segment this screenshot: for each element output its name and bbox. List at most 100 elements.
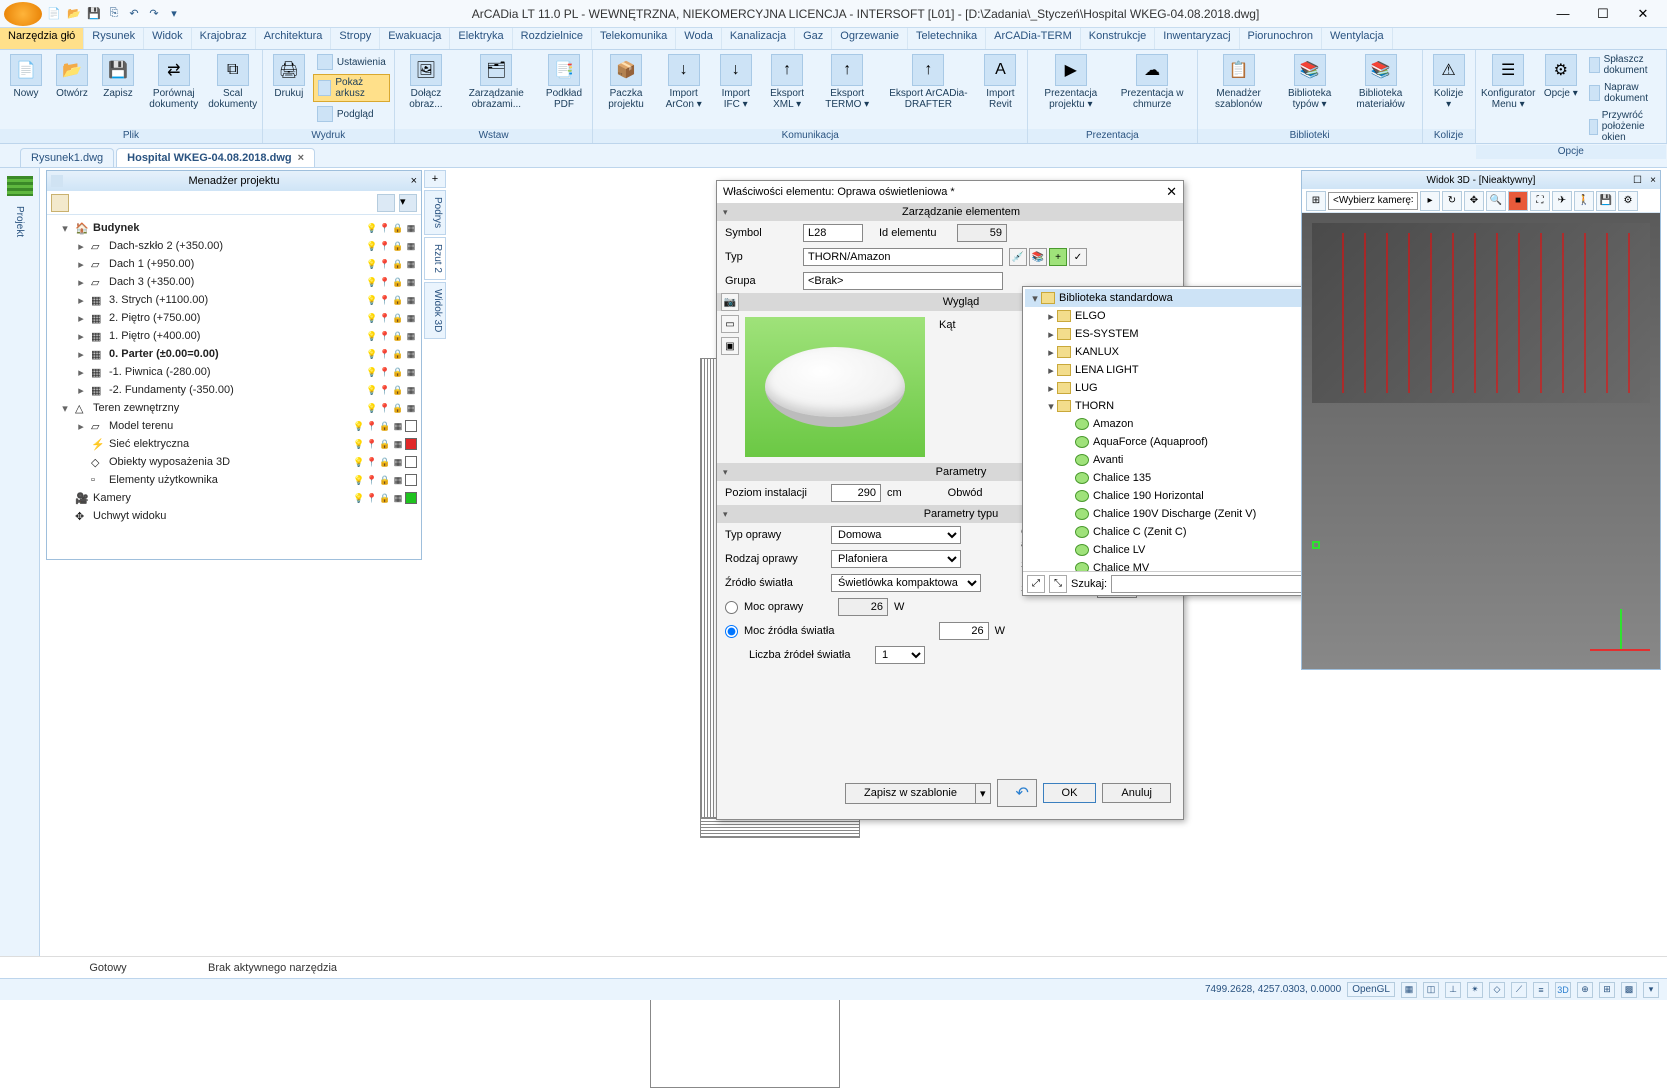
pm-dropdown-icon[interactable]: ▾ xyxy=(399,194,417,212)
import-arcon-button[interactable]: ↓Import ArCon ▾ xyxy=(657,52,711,112)
biblioteka-typow-button[interactable]: 📚Biblioteka typów ▾ xyxy=(1278,52,1342,112)
qat-redo-icon[interactable]: ↷ xyxy=(146,6,162,22)
search-mode1-icon[interactable]: ⤢ xyxy=(1027,575,1045,593)
tree-node[interactable]: ▾△Teren zewnętrzny💡📍🔒▦ xyxy=(51,399,417,417)
tree-node[interactable]: ▸▦-2. Fundamenty (-350.00)💡📍🔒▦ xyxy=(51,381,417,399)
qat-saveas-icon[interactable]: ⎘ xyxy=(106,6,122,22)
tab-woda[interactable]: Woda xyxy=(676,28,722,49)
tree-node[interactable]: ⚡Sieć elektryczna💡📍🔒▦ xyxy=(51,435,417,453)
preview-view3-icon[interactable]: ▣ xyxy=(721,337,739,355)
v3d-fit-icon[interactable]: ⛶ xyxy=(1530,191,1550,211)
sb-more3-icon[interactable]: ▩ xyxy=(1621,982,1637,998)
prezentacja-chmura-button[interactable]: ☁Prezentacja w chmurze xyxy=(1112,52,1193,112)
tab-widok[interactable]: Widok xyxy=(144,28,192,49)
pm-tree[interactable]: ▾🏠Budynek💡📍🔒▦▸▱Dach-szkło 2 (+350.00)💡📍🔒… xyxy=(47,215,421,559)
tree-node[interactable]: ▫Elementy użytkownika💡📍🔒▦ xyxy=(51,471,417,489)
sb-more2-icon[interactable]: ⊞ xyxy=(1599,982,1615,998)
typop-select[interactable]: Domowa xyxy=(831,526,961,544)
sb-ortho-icon[interactable]: ⊥ xyxy=(1445,982,1461,998)
podklad-pdf-button[interactable]: 📑Podkład PDF xyxy=(540,52,589,112)
tab-stropy[interactable]: Stropy xyxy=(331,28,380,49)
opcje-button[interactable]: ⚙Opcje ▾ xyxy=(1539,52,1583,101)
preview-cam-icon[interactable]: 📷 xyxy=(721,293,739,311)
tree-node[interactable]: ▸▦0. Parter (±0.00=0.00)💡📍🔒▦ xyxy=(51,345,417,363)
close-button[interactable]: ✕ xyxy=(1629,4,1657,24)
konfigurator-button[interactable]: ☰Konfigurator Menu ▾ xyxy=(1480,52,1537,112)
status-opengl[interactable]: OpenGL xyxy=(1347,982,1395,997)
v3d-zoom-icon[interactable]: 🔍 xyxy=(1486,191,1506,211)
tab-termo[interactable]: ArCADia-TERM xyxy=(986,28,1081,49)
dolacz-obraz-button[interactable]: 🖼Dołącz obraz... xyxy=(399,52,453,112)
pokaz-arkusz-button[interactable]: Pokaż arkusz xyxy=(313,74,390,102)
vtab-widok3d[interactable]: Widok 3D xyxy=(424,282,446,339)
tab-ogrzewanie[interactable]: Ogrzewanie xyxy=(832,28,908,49)
podglad-button[interactable]: Podgląd xyxy=(313,104,390,124)
v3d-pan-icon[interactable]: ✥ xyxy=(1464,191,1484,211)
tree-node[interactable]: ▸▦1. Piętro (+400.00)💡📍🔒▦ xyxy=(51,327,417,345)
sb-lwt-icon[interactable]: ≡ xyxy=(1533,982,1549,998)
nowy-button[interactable]: 📄Nowy xyxy=(4,52,48,101)
tab-architektura[interactable]: Architektura xyxy=(256,28,332,49)
tab-konstrukcje[interactable]: Konstrukcje xyxy=(1081,28,1155,49)
prezentacja-projektu-button[interactable]: ▶Prezentacja projektu ▾ xyxy=(1032,52,1110,112)
pm-close-icon[interactable]: × xyxy=(411,175,417,187)
pm-home-icon[interactable] xyxy=(51,194,69,212)
v3d-render-icon[interactable]: ■ xyxy=(1508,191,1528,211)
import-revit-button[interactable]: AImport Revit xyxy=(978,52,1023,112)
hamburger-icon[interactable] xyxy=(7,176,33,196)
tab-rysunek[interactable]: Rysunek xyxy=(84,28,144,49)
dialog-close-icon[interactable]: ✕ xyxy=(1166,184,1177,200)
drukuj-button[interactable]: 🖨Drukuj xyxy=(267,52,311,101)
qat-undo-icon[interactable]: ↶ xyxy=(126,6,142,22)
eksport-termo-button[interactable]: ↑Eksport TERMO ▾ xyxy=(815,52,879,112)
sb-3d-icon[interactable]: 3D xyxy=(1555,982,1571,998)
menadzer-szablonow-button[interactable]: 📋Menadżer szablonów xyxy=(1202,52,1276,112)
v3d-walk-icon[interactable]: 🚶 xyxy=(1574,191,1594,211)
tree-node[interactable]: ▸▱Model terenu💡📍🔒▦ xyxy=(51,417,417,435)
mocop-radio[interactable] xyxy=(725,601,738,614)
tab-gaz[interactable]: Gaz xyxy=(795,28,832,49)
mocop-input[interactable] xyxy=(838,598,888,616)
kolizje-button[interactable]: ⚠Kolizje ▾ xyxy=(1427,52,1471,112)
maximize-button[interactable]: ☐ xyxy=(1589,4,1617,24)
moczr-radio[interactable] xyxy=(725,625,738,638)
typ-input[interactable] xyxy=(803,248,1003,266)
eksport-xml-button[interactable]: ↑Eksport XML ▾ xyxy=(761,52,814,112)
camera-select[interactable] xyxy=(1328,192,1418,210)
napraw-button[interactable]: Napraw dokument xyxy=(1585,80,1662,106)
otworz-button[interactable]: 📂Otwórz xyxy=(50,52,94,101)
qat-save-icon[interactable]: 💾 xyxy=(86,6,102,22)
qat-new-icon[interactable]: 📄 xyxy=(46,6,62,22)
tab-ewakuacja[interactable]: Ewakuacja xyxy=(380,28,450,49)
doctab-rysunek1[interactable]: Rysunek1.dwg xyxy=(20,148,114,167)
tab-teletechnika[interactable]: Teletechnika xyxy=(908,28,986,49)
paczka-button[interactable]: 📦Paczka projektu xyxy=(597,52,654,112)
import-ifc-button[interactable]: ↓Import IFC ▾ xyxy=(713,52,759,112)
tree-node[interactable]: ▸▱Dach 1 (+950.00)💡📍🔒▦ xyxy=(51,255,417,273)
tab-inwentaryzacja[interactable]: Inwentaryzacj xyxy=(1155,28,1239,49)
doctab-hospital[interactable]: Hospital WKEG-04.08.2018.dwg× xyxy=(116,148,315,167)
qat-open-icon[interactable]: 📂 xyxy=(66,6,82,22)
qat-dropdown-icon[interactable]: ▾ xyxy=(166,6,182,22)
ustawienia-button[interactable]: Ustawienia xyxy=(313,52,390,72)
v3d-tool1-icon[interactable]: ⊞ xyxy=(1306,191,1326,211)
view-tab-plus[interactable]: + xyxy=(424,170,446,188)
v3d-orbit-icon[interactable]: ↻ xyxy=(1442,191,1462,211)
rodzaj-select[interactable]: Plafoniera xyxy=(831,550,961,568)
tree-node[interactable]: ◇Obiekty wyposażenia 3D💡📍🔒▦ xyxy=(51,453,417,471)
zrodlo-select[interactable]: Świetlówka kompaktowa xyxy=(831,574,981,592)
tree-node[interactable]: ▸▦3. Strych (+1100.00)💡📍🔒▦ xyxy=(51,291,417,309)
tree-node[interactable]: 🎥Kamery💡📍🔒▦ xyxy=(51,489,417,507)
eksport-drafter-button[interactable]: ↑Eksport ArCADia-DRAFTER xyxy=(881,52,976,112)
przywroc-button[interactable]: Przywróć położenie okien xyxy=(1585,108,1662,145)
v3d-settings-icon[interactable]: ⚙ xyxy=(1618,191,1638,211)
splaszcz-button[interactable]: Spłaszcz dokument xyxy=(1585,52,1662,78)
zarzadzanie-button[interactable]: 🗂Zarządzanie obrazami... xyxy=(455,52,537,112)
typ-library-icon[interactable]: 📚 xyxy=(1029,248,1047,266)
preview-view2-icon[interactable]: ▭ xyxy=(721,315,739,333)
dialog-titlebar[interactable]: Właściwości elementu: Oprawa oświetlenio… xyxy=(717,181,1183,203)
typ-add-icon[interactable]: + xyxy=(1049,248,1067,266)
anuluj-button[interactable]: Anuluj xyxy=(1102,783,1171,803)
tree-node[interactable]: ▸▱Dach-szkło 2 (+350.00)💡📍🔒▦ xyxy=(51,237,417,255)
sidebar-tab-projekt[interactable]: Projekt xyxy=(14,206,25,237)
